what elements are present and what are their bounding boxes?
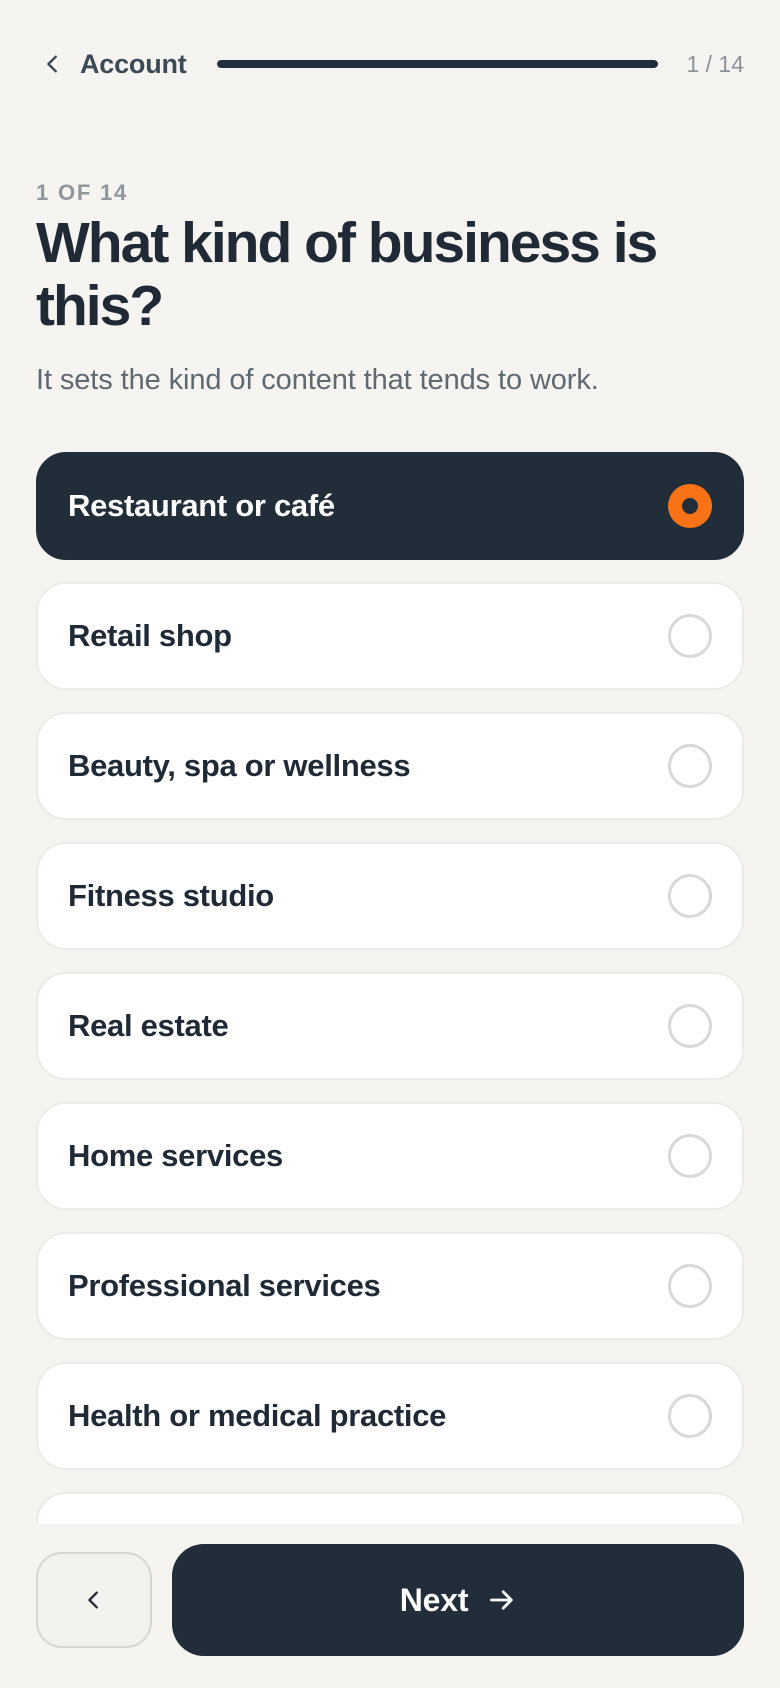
option-restaurant-or-cafe[interactable]: Restaurant or café bbox=[36, 452, 744, 560]
back-to-account-link[interactable]: Account bbox=[36, 49, 187, 80]
next-button-label: Next bbox=[399, 1581, 469, 1618]
progress-bar-fill bbox=[216, 60, 659, 68]
chevron-left-icon bbox=[88, 1591, 98, 1609]
option-fitness-studio[interactable]: Fitness studio bbox=[36, 842, 744, 950]
page-title: What kind of business is this? bbox=[36, 211, 658, 338]
option-label: Retail shop bbox=[68, 618, 232, 653]
radio-icon bbox=[668, 874, 712, 918]
step-eyebrow: 1 OF 14 bbox=[36, 180, 129, 205]
progress-bar bbox=[216, 60, 659, 68]
option-label: Home services bbox=[68, 1138, 283, 1173]
business-type-options: Restaurant or café Retail shop Beauty, s… bbox=[36, 452, 744, 1524]
option-partially-visible[interactable] bbox=[36, 1492, 744, 1524]
page-subtitle: It sets the kind of content that tends t… bbox=[36, 364, 599, 396]
radio-icon bbox=[668, 1394, 712, 1438]
top-bar: Account 1 / 14 bbox=[36, 42, 744, 86]
chevron-left-icon bbox=[47, 55, 57, 73]
step-counter: 1 / 14 bbox=[686, 50, 744, 77]
back-link-label: Account bbox=[80, 48, 187, 79]
radio-icon bbox=[668, 1134, 712, 1178]
radio-icon bbox=[668, 1004, 712, 1048]
option-label: Beauty, spa or wellness bbox=[68, 748, 411, 783]
option-label: Restaurant or café bbox=[68, 488, 335, 523]
onboarding-screen: Account 1 / 14 1 OF 14 What kind of busi… bbox=[0, 0, 780, 1688]
previous-button[interactable] bbox=[36, 1552, 152, 1648]
radio-icon bbox=[668, 744, 712, 788]
radio-icon bbox=[668, 484, 712, 528]
option-label: Professional services bbox=[68, 1268, 381, 1303]
option-professional-services[interactable]: Professional services bbox=[36, 1232, 744, 1340]
radio-icon bbox=[668, 614, 712, 658]
option-home-services[interactable]: Home services bbox=[36, 1102, 744, 1210]
option-beauty-spa-wellness[interactable]: Beauty, spa or wellness bbox=[36, 712, 744, 820]
bottom-action-bar: Next bbox=[0, 1524, 780, 1688]
radio-icon bbox=[668, 1264, 712, 1308]
option-health-or-medical-practice[interactable]: Health or medical practice bbox=[36, 1362, 744, 1470]
option-label: Real estate bbox=[68, 1008, 229, 1043]
option-label: Health or medical practice bbox=[68, 1398, 447, 1433]
next-button[interactable]: Next bbox=[172, 1544, 744, 1656]
arrow-right-icon bbox=[490, 1590, 514, 1610]
option-label: Fitness studio bbox=[68, 878, 274, 913]
option-real-estate[interactable]: Real estate bbox=[36, 972, 744, 1080]
option-retail-shop[interactable]: Retail shop bbox=[36, 582, 744, 690]
